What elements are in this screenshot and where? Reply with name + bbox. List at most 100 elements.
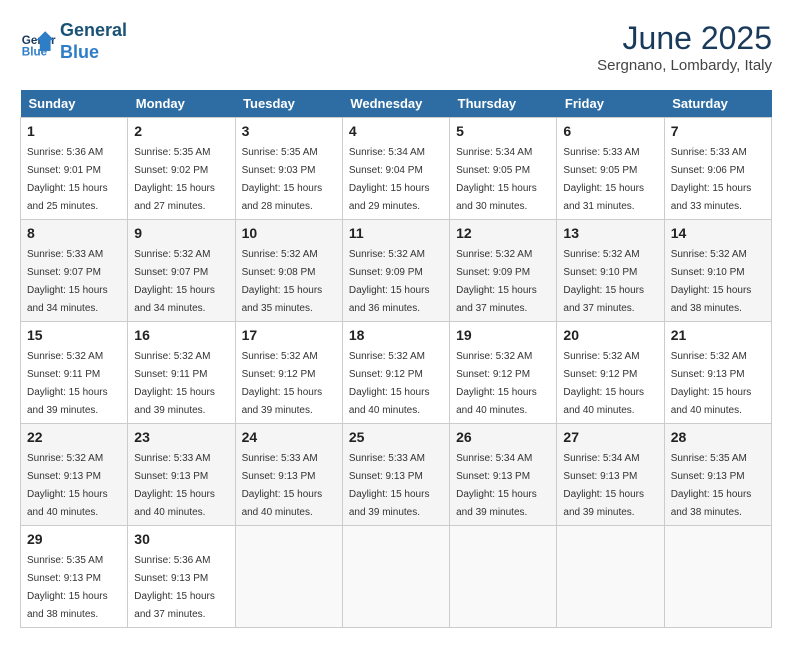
title-block: June 2025 Sergnano, Lombardy, Italy [597, 20, 772, 74]
col-wednesday: Wednesday [342, 90, 449, 118]
table-row: 4 Sunrise: 5:34 AMSunset: 9:04 PMDayligh… [342, 118, 449, 220]
day-number: 15 [27, 327, 121, 343]
day-number: 3 [242, 123, 336, 139]
day-number: 9 [134, 225, 228, 241]
day-info: Sunrise: 5:32 AMSunset: 9:11 PMDaylight:… [27, 351, 108, 416]
table-row [664, 526, 771, 628]
day-info: Sunrise: 5:34 AMSunset: 9:13 PMDaylight:… [563, 453, 644, 518]
day-info: Sunrise: 5:33 AMSunset: 9:07 PMDaylight:… [27, 249, 108, 314]
day-info: Sunrise: 5:36 AMSunset: 9:13 PMDaylight:… [134, 555, 215, 620]
day-number: 13 [563, 225, 657, 241]
calendar-table: Sunday Monday Tuesday Wednesday Thursday… [20, 90, 772, 628]
day-info: Sunrise: 5:33 AMSunset: 9:13 PMDaylight:… [134, 453, 215, 518]
day-info: Sunrise: 5:34 AMSunset: 9:04 PMDaylight:… [349, 147, 430, 212]
table-row: 24 Sunrise: 5:33 AMSunset: 9:13 PMDaylig… [235, 424, 342, 526]
table-row: 26 Sunrise: 5:34 AMSunset: 9:13 PMDaylig… [450, 424, 557, 526]
day-info: Sunrise: 5:35 AMSunset: 9:02 PMDaylight:… [134, 147, 215, 212]
table-row: 22 Sunrise: 5:32 AMSunset: 9:13 PMDaylig… [21, 424, 128, 526]
day-info: Sunrise: 5:34 AMSunset: 9:05 PMDaylight:… [456, 147, 537, 212]
day-number: 6 [563, 123, 657, 139]
day-number: 29 [27, 531, 121, 547]
day-number: 17 [242, 327, 336, 343]
calendar-week-row: 1 Sunrise: 5:36 AMSunset: 9:01 PMDayligh… [21, 118, 772, 220]
day-info: Sunrise: 5:34 AMSunset: 9:13 PMDaylight:… [456, 453, 537, 518]
calendar-header-row: Sunday Monday Tuesday Wednesday Thursday… [21, 90, 772, 118]
month-title: June 2025 [597, 20, 772, 57]
day-number: 25 [349, 429, 443, 445]
day-info: Sunrise: 5:32 AMSunset: 9:08 PMDaylight:… [242, 249, 323, 314]
day-number: 30 [134, 531, 228, 547]
table-row: 2 Sunrise: 5:35 AMSunset: 9:02 PMDayligh… [128, 118, 235, 220]
day-info: Sunrise: 5:32 AMSunset: 9:12 PMDaylight:… [242, 351, 323, 416]
day-number: 14 [671, 225, 765, 241]
table-row: 21 Sunrise: 5:32 AMSunset: 9:13 PMDaylig… [664, 322, 771, 424]
day-info: Sunrise: 5:33 AMSunset: 9:06 PMDaylight:… [671, 147, 752, 212]
table-row: 9 Sunrise: 5:32 AMSunset: 9:07 PMDayligh… [128, 220, 235, 322]
col-thursday: Thursday [450, 90, 557, 118]
page-header: General Blue General Blue June 2025 Serg… [20, 20, 772, 74]
table-row: 30 Sunrise: 5:36 AMSunset: 9:13 PMDaylig… [128, 526, 235, 628]
day-info: Sunrise: 5:32 AMSunset: 9:10 PMDaylight:… [563, 249, 644, 314]
calendar-week-row: 29 Sunrise: 5:35 AMSunset: 9:13 PMDaylig… [21, 526, 772, 628]
table-row: 6 Sunrise: 5:33 AMSunset: 9:05 PMDayligh… [557, 118, 664, 220]
day-number: 19 [456, 327, 550, 343]
col-sunday: Sunday [21, 90, 128, 118]
day-number: 24 [242, 429, 336, 445]
table-row: 23 Sunrise: 5:33 AMSunset: 9:13 PMDaylig… [128, 424, 235, 526]
table-row: 19 Sunrise: 5:32 AMSunset: 9:12 PMDaylig… [450, 322, 557, 424]
table-row: 15 Sunrise: 5:32 AMSunset: 9:11 PMDaylig… [21, 322, 128, 424]
logo-text: General Blue [60, 20, 127, 63]
day-info: Sunrise: 5:35 AMSunset: 9:03 PMDaylight:… [242, 147, 323, 212]
day-info: Sunrise: 5:32 AMSunset: 9:10 PMDaylight:… [671, 249, 752, 314]
table-row: 14 Sunrise: 5:32 AMSunset: 9:10 PMDaylig… [664, 220, 771, 322]
calendar-week-row: 8 Sunrise: 5:33 AMSunset: 9:07 PMDayligh… [21, 220, 772, 322]
day-info: Sunrise: 5:33 AMSunset: 9:13 PMDaylight:… [349, 453, 430, 518]
day-info: Sunrise: 5:32 AMSunset: 9:12 PMDaylight:… [349, 351, 430, 416]
day-number: 28 [671, 429, 765, 445]
table-row [450, 526, 557, 628]
day-number: 23 [134, 429, 228, 445]
table-row [235, 526, 342, 628]
table-row [342, 526, 449, 628]
logo-icon: General Blue [20, 24, 56, 60]
day-number: 7 [671, 123, 765, 139]
day-info: Sunrise: 5:32 AMSunset: 9:07 PMDaylight:… [134, 249, 215, 314]
day-info: Sunrise: 5:32 AMSunset: 9:13 PMDaylight:… [27, 453, 108, 518]
day-number: 1 [27, 123, 121, 139]
day-number: 11 [349, 225, 443, 241]
day-number: 10 [242, 225, 336, 241]
col-tuesday: Tuesday [235, 90, 342, 118]
table-row: 17 Sunrise: 5:32 AMSunset: 9:12 PMDaylig… [235, 322, 342, 424]
col-saturday: Saturday [664, 90, 771, 118]
day-number: 26 [456, 429, 550, 445]
table-row: 3 Sunrise: 5:35 AMSunset: 9:03 PMDayligh… [235, 118, 342, 220]
table-row [557, 526, 664, 628]
table-row: 16 Sunrise: 5:32 AMSunset: 9:11 PMDaylig… [128, 322, 235, 424]
table-row: 1 Sunrise: 5:36 AMSunset: 9:01 PMDayligh… [21, 118, 128, 220]
day-info: Sunrise: 5:35 AMSunset: 9:13 PMDaylight:… [671, 453, 752, 518]
day-info: Sunrise: 5:32 AMSunset: 9:12 PMDaylight:… [563, 351, 644, 416]
table-row: 18 Sunrise: 5:32 AMSunset: 9:12 PMDaylig… [342, 322, 449, 424]
calendar-body: 1 Sunrise: 5:36 AMSunset: 9:01 PMDayligh… [21, 118, 772, 628]
day-number: 27 [563, 429, 657, 445]
table-row: 27 Sunrise: 5:34 AMSunset: 9:13 PMDaylig… [557, 424, 664, 526]
day-number: 8 [27, 225, 121, 241]
day-info: Sunrise: 5:32 AMSunset: 9:09 PMDaylight:… [456, 249, 537, 314]
table-row: 28 Sunrise: 5:35 AMSunset: 9:13 PMDaylig… [664, 424, 771, 526]
day-number: 21 [671, 327, 765, 343]
table-row: 25 Sunrise: 5:33 AMSunset: 9:13 PMDaylig… [342, 424, 449, 526]
day-info: Sunrise: 5:32 AMSunset: 9:11 PMDaylight:… [134, 351, 215, 416]
day-info: Sunrise: 5:36 AMSunset: 9:01 PMDaylight:… [27, 147, 108, 212]
table-row: 29 Sunrise: 5:35 AMSunset: 9:13 PMDaylig… [21, 526, 128, 628]
day-number: 18 [349, 327, 443, 343]
day-info: Sunrise: 5:32 AMSunset: 9:12 PMDaylight:… [456, 351, 537, 416]
day-number: 12 [456, 225, 550, 241]
col-monday: Monday [128, 90, 235, 118]
table-row: 13 Sunrise: 5:32 AMSunset: 9:10 PMDaylig… [557, 220, 664, 322]
day-info: Sunrise: 5:33 AMSunset: 9:13 PMDaylight:… [242, 453, 323, 518]
day-number: 2 [134, 123, 228, 139]
day-number: 20 [563, 327, 657, 343]
logo-blue: Blue [60, 42, 99, 62]
day-info: Sunrise: 5:32 AMSunset: 9:13 PMDaylight:… [671, 351, 752, 416]
day-number: 22 [27, 429, 121, 445]
